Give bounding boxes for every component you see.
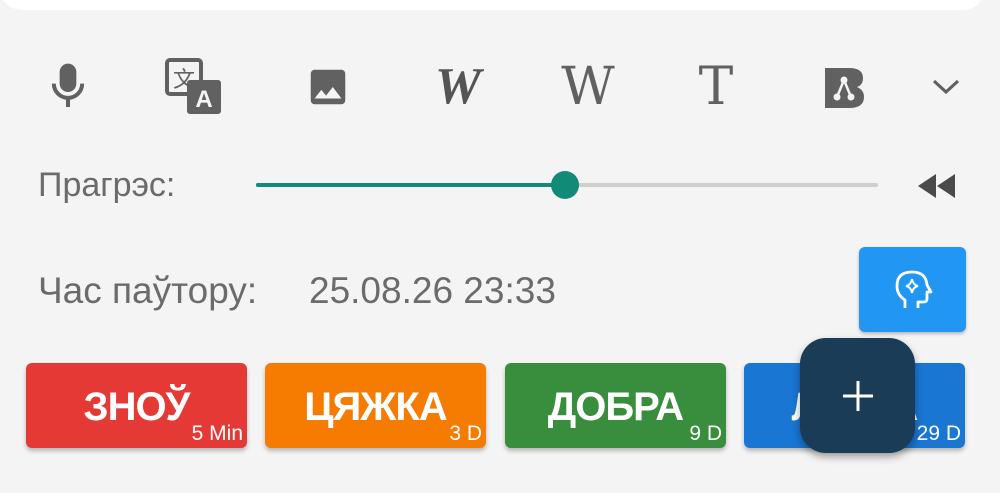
wordreference-button[interactable]: W	[418, 52, 494, 122]
microphone-icon	[51, 63, 85, 107]
progress-label: Прагрэс:	[38, 166, 176, 204]
svg-text:A: A	[195, 86, 212, 113]
easy-interval: 29 D	[916, 422, 961, 445]
progress-slider-thumb[interactable]	[551, 171, 580, 199]
translate-button[interactable]: 文 A	[156, 52, 232, 122]
good-interval: 9 D	[689, 422, 722, 445]
progress-row: Прагрэс:	[38, 160, 968, 212]
wordreference-icon: W	[434, 58, 481, 115]
hard-button[interactable]: ЦЯЖКА 3 D	[265, 363, 486, 448]
progress-slider-fill	[256, 183, 566, 187]
wikipedia-button[interactable]: W	[550, 52, 626, 122]
chevron-down-icon	[932, 79, 960, 95]
hard-interval: 3 D	[449, 422, 482, 445]
rewind-button[interactable]	[914, 168, 960, 204]
bing-icon	[825, 68, 864, 108]
translate-icon: 文 A	[165, 58, 221, 114]
rewind-icon	[918, 174, 955, 198]
good-button[interactable]: ДОБРА 9 D	[505, 363, 726, 448]
image-icon	[310, 69, 346, 105]
add-fab[interactable]	[800, 338, 915, 453]
again-interval: 5 Min	[191, 422, 243, 445]
ai-assist-button[interactable]	[859, 247, 966, 332]
top-card	[0, 0, 985, 10]
wikipedia-icon: W	[561, 57, 615, 117]
again-button[interactable]: ЗНОЎ 5 Min	[26, 363, 247, 448]
review-time-row: Час паўтору: 25.08.26 23:33	[38, 266, 638, 318]
text-icon: T	[698, 57, 734, 117]
more-tools-button[interactable]	[908, 52, 984, 122]
ai-head-icon	[895, 270, 932, 308]
review-time-label: Час паўтору:	[38, 270, 258, 311]
microphone-button[interactable]	[30, 52, 106, 122]
image-button[interactable]	[290, 52, 366, 122]
text-button[interactable]: T	[678, 52, 754, 122]
bing-button[interactable]	[806, 52, 882, 122]
progress-slider[interactable]	[256, 171, 878, 199]
plus-icon	[842, 380, 873, 411]
review-time-value: 25.08.26 23:33	[309, 270, 556, 311]
toolbar: 文 A W W T	[30, 52, 980, 122]
